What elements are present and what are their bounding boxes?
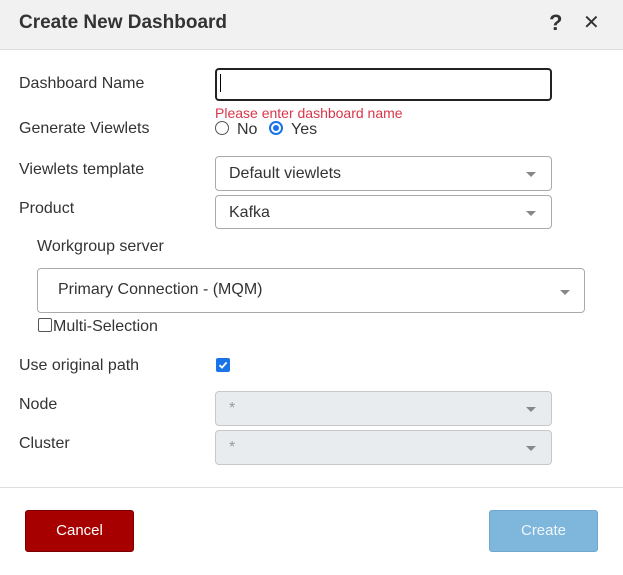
create-dashboard-dialog: Create New Dashboard ? ✕ Dashboard Name … — [0, 0, 623, 575]
workgroup-server-value: Primary Connection - (MQM) — [58, 281, 263, 298]
chevron-down-icon — [526, 172, 536, 177]
chevron-down-icon — [560, 290, 570, 295]
chevron-down-icon — [526, 407, 536, 412]
create-button[interactable]: Create — [489, 510, 598, 552]
use-original-path-label: Use original path — [19, 357, 140, 374]
help-icon[interactable]: ? — [549, 10, 562, 36]
cluster-select: * — [215, 430, 552, 465]
chevron-down-icon — [526, 446, 536, 451]
dialog-header: Create New Dashboard ? ✕ — [0, 0, 623, 50]
text-cursor — [220, 74, 221, 92]
generate-viewlets-label: Generate Viewlets — [19, 120, 150, 137]
footer-divider — [0, 487, 623, 488]
node-label: Node — [19, 396, 58, 413]
cancel-button[interactable]: Cancel — [25, 510, 134, 552]
radio-yes[interactable] — [269, 121, 283, 135]
node-value: * — [229, 400, 236, 417]
cluster-label: Cluster — [19, 435, 70, 452]
product-select[interactable]: Kafka — [215, 195, 552, 229]
workgroup-server-select[interactable]: Primary Connection - (MQM) — [37, 268, 585, 313]
dashboard-name-error: Please enter dashboard name — [215, 105, 403, 121]
product-label: Product — [19, 200, 75, 217]
close-icon[interactable]: ✕ — [583, 10, 600, 36]
node-select: * — [215, 391, 552, 426]
multi-selection-checkbox[interactable] — [38, 318, 52, 332]
dialog-title: Create New Dashboard — [19, 12, 228, 33]
radio-no-label: No — [237, 121, 258, 138]
chevron-down-icon — [526, 211, 536, 216]
dashboard-name-label: Dashboard Name — [19, 75, 145, 92]
workgroup-server-label: Workgroup server — [37, 238, 164, 255]
viewlets-template-select[interactable]: Default viewlets — [215, 156, 552, 191]
radio-no[interactable] — [215, 121, 229, 135]
dashboard-name-input[interactable] — [215, 68, 552, 101]
check-icon — [218, 361, 228, 369]
radio-yes-label: Yes — [291, 121, 318, 138]
dashboard-name-field-wrap — [215, 68, 552, 101]
use-original-path-checkbox[interactable] — [216, 358, 230, 372]
multi-selection-label: Multi-Selection — [53, 318, 158, 335]
cluster-value: * — [229, 439, 236, 456]
viewlets-template-label: Viewlets template — [19, 161, 145, 178]
viewlets-template-value: Default viewlets — [229, 165, 342, 182]
product-value: Kafka — [229, 204, 270, 221]
